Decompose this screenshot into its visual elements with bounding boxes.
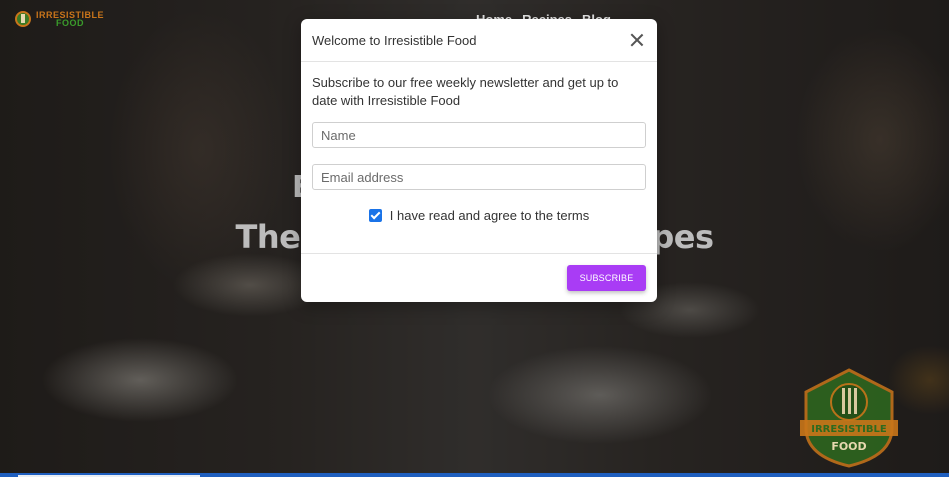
modal-footer: SUBSCRIBE	[301, 253, 657, 302]
email-input[interactable]	[312, 164, 646, 190]
modal-intro: Subscribe to our free weekly newsletter …	[312, 75, 619, 108]
brand-badge-icon: IRRESISTIBLE FOOD	[800, 368, 898, 468]
logo-text: IRRESISTIBLE FOOD	[36, 11, 104, 28]
modal-header: Welcome to Irresistible Food	[301, 19, 657, 62]
close-icon[interactable]	[628, 31, 646, 49]
subscribe-button[interactable]: SUBSCRIBE	[567, 265, 646, 291]
modal-body: Subscribe to our free weekly newsletter …	[301, 62, 657, 223]
logo-line2: FOOD	[56, 18, 84, 28]
page: IRRESISTIBLE FOOD Home Recipes Blog E Th…	[0, 0, 949, 477]
badge-line1: IRRESISTIBLE	[811, 424, 887, 435]
logo-mark-icon	[15, 11, 31, 27]
terms-row: I have read and agree to the terms	[312, 208, 646, 223]
newsletter-modal: Welcome to Irresistible Food Subscribe t…	[301, 19, 657, 302]
terms-label[interactable]: I have read and agree to the terms	[390, 208, 589, 223]
name-input[interactable]	[312, 122, 646, 148]
terms-checkbox[interactable]	[368, 209, 382, 222]
modal-title: Welcome to Irresistible Food	[312, 32, 477, 48]
badge-line2: FOOD	[831, 440, 866, 453]
site-logo[interactable]: IRRESISTIBLE FOOD	[14, 10, 104, 28]
